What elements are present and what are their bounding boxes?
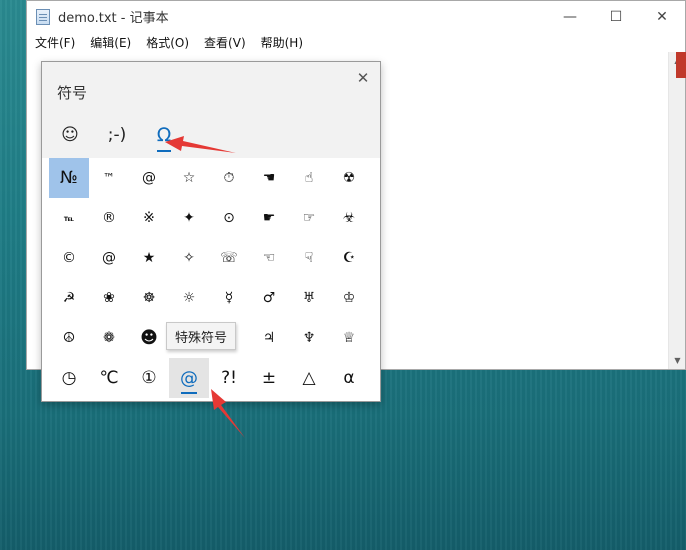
arrow-to-symbol-tab [165, 136, 236, 153]
arrow-to-focused-symbol [211, 389, 245, 438]
annotation-arrows [165, 136, 245, 438]
